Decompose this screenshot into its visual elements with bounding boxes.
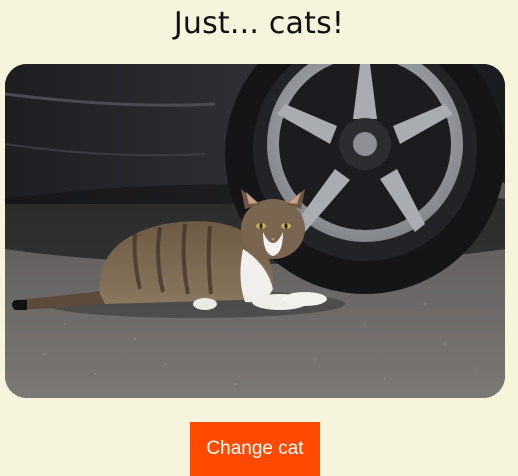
page: Just... cats! Change cat bbox=[0, 0, 518, 476]
change-cat-button[interactable]: Change cat bbox=[190, 422, 320, 476]
page-title: Just... cats! bbox=[173, 6, 345, 41]
cat-photo-image bbox=[5, 64, 505, 398]
cat-photo bbox=[5, 64, 505, 398]
